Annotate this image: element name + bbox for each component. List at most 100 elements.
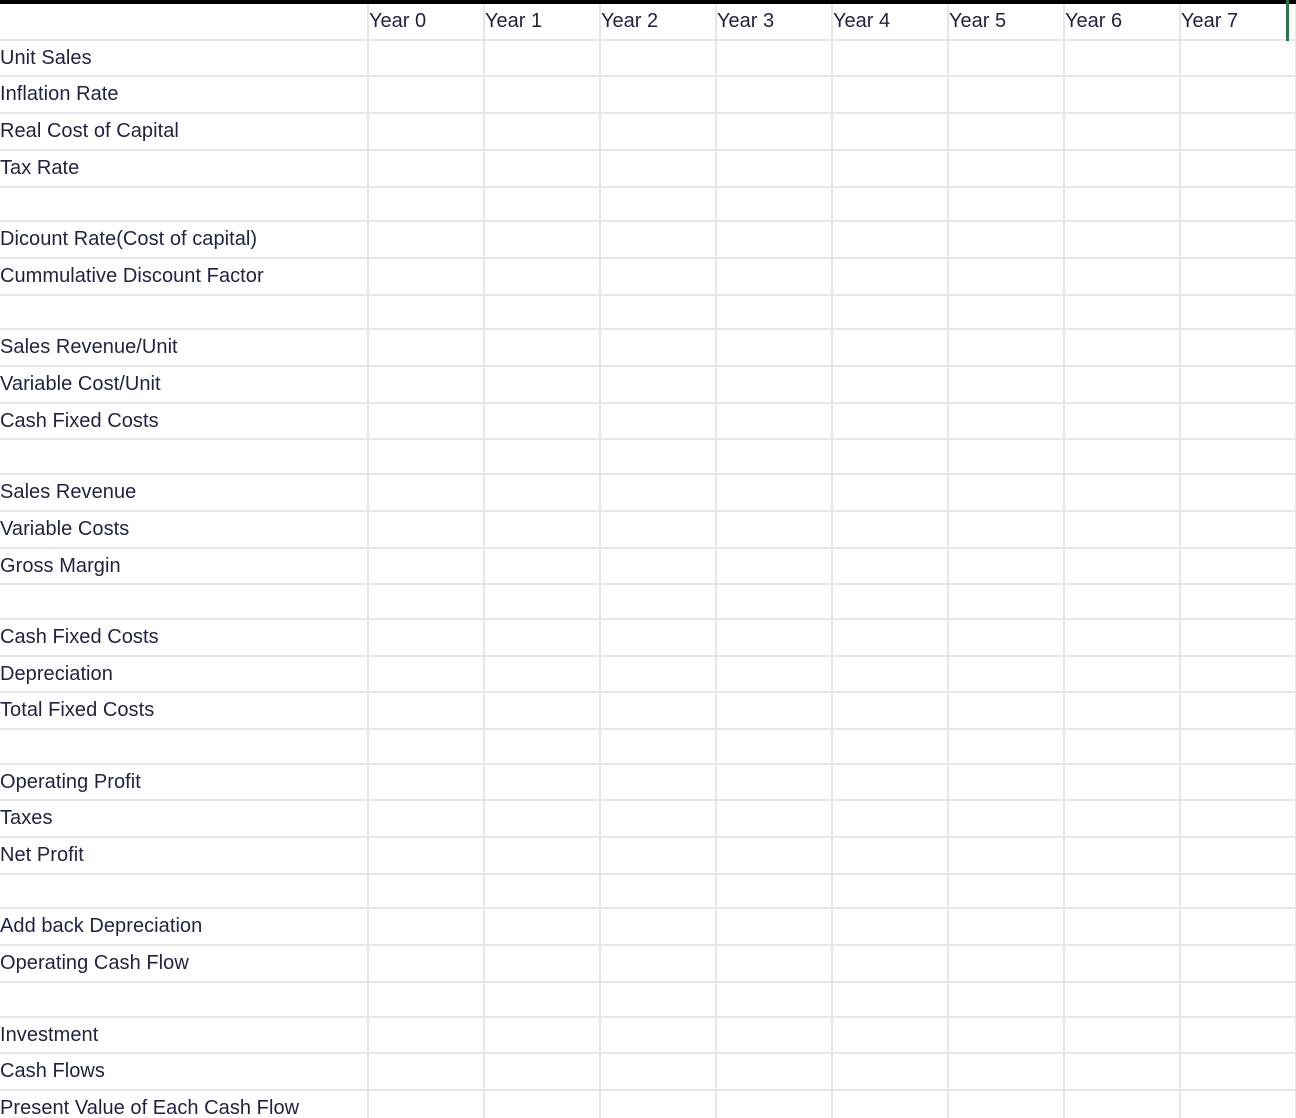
cell-r9-c3[interactable]: [716, 366, 833, 404]
row-label-cell[interactable]: Variable Cost/Unit: [0, 366, 369, 404]
cell-r12-c6[interactable]: [1064, 474, 1181, 512]
row-label-spacer[interactable]: [0, 439, 369, 476]
cell-r13-c5[interactable]: [948, 510, 1065, 549]
cell-r5-c0[interactable]: [368, 221, 485, 259]
cell-r7-c1[interactable]: [484, 294, 601, 331]
row-label-cell[interactable]: Sales Revenue/Unit: [0, 329, 369, 367]
cell-r29-c5[interactable]: [948, 1089, 1065, 1118]
row-label-cell[interactable]: Dicount Rate(Cost of capital): [0, 221, 369, 259]
cell-r11-c6[interactable]: [1064, 439, 1181, 476]
cell-r27-c5[interactable]: [948, 1016, 1065, 1055]
row-label-spacer[interactable]: [0, 186, 369, 223]
cell-r19-c7[interactable]: [1180, 729, 1296, 765]
cell-r5-c2[interactable]: [600, 221, 717, 259]
cell-r17-c0[interactable]: [368, 655, 485, 694]
cell-r18-c3[interactable]: [716, 692, 833, 730]
cell-r25-c0[interactable]: [368, 945, 485, 983]
cell-r20-c1[interactable]: [484, 763, 601, 802]
cell-r5-c1[interactable]: [484, 221, 601, 259]
cell-r20-c4[interactable]: [832, 763, 949, 802]
cell-r16-c2[interactable]: [600, 618, 717, 657]
cell-r29-c2[interactable]: [600, 1089, 717, 1118]
cell-r4-c7[interactable]: [1180, 186, 1296, 223]
cell-r1-c6[interactable]: [1064, 76, 1181, 115]
cell-r8-c0[interactable]: [368, 329, 485, 367]
cell-r2-c0[interactable]: [368, 113, 485, 151]
cell-r16-c0[interactable]: [368, 618, 485, 657]
cell-r13-c2[interactable]: [600, 510, 717, 549]
cell-r14-c4[interactable]: [832, 547, 949, 586]
cell-r14-c3[interactable]: [716, 547, 833, 586]
cell-r6-c0[interactable]: [368, 257, 485, 296]
cell-r12-c1[interactable]: [484, 474, 601, 512]
cell-r24-c0[interactable]: [368, 908, 485, 947]
cell-r0-c7[interactable]: [1180, 39, 1296, 78]
column-header-year-5[interactable]: Year 5: [948, 4, 1065, 41]
cell-r13-c1[interactable]: [484, 510, 601, 549]
cell-r13-c6[interactable]: [1064, 510, 1181, 549]
cell-r4-c0[interactable]: [368, 186, 485, 223]
cell-r0-c1[interactable]: [484, 39, 601, 78]
cell-r21-c0[interactable]: [368, 800, 485, 839]
cell-r25-c4[interactable]: [832, 945, 949, 983]
cell-r29-c6[interactable]: [1064, 1089, 1181, 1118]
cell-r22-c2[interactable]: [600, 837, 717, 875]
cell-r11-c1[interactable]: [484, 439, 601, 476]
cell-r10-c2[interactable]: [600, 402, 717, 441]
cell-r4-c3[interactable]: [716, 186, 833, 223]
row-label-cell[interactable]: Cash Fixed Costs: [0, 618, 369, 657]
cell-r12-c0[interactable]: [368, 474, 485, 512]
cell-r29-c1[interactable]: [484, 1089, 601, 1118]
cell-r21-c5[interactable]: [948, 800, 1065, 839]
cell-r16-c4[interactable]: [832, 618, 949, 657]
column-header-year-3[interactable]: Year 3: [716, 4, 833, 41]
cell-r8-c1[interactable]: [484, 329, 601, 367]
cell-r9-c7[interactable]: [1180, 366, 1296, 404]
cell-r6-c5[interactable]: [948, 257, 1065, 296]
cell-r15-c7[interactable]: [1180, 584, 1296, 620]
cell-r19-c2[interactable]: [600, 729, 717, 765]
cell-r9-c1[interactable]: [484, 366, 601, 404]
cell-r23-c0[interactable]: [368, 873, 485, 910]
cell-r11-c5[interactable]: [948, 439, 1065, 476]
cell-r6-c7[interactable]: [1180, 257, 1296, 296]
column-header-year-0[interactable]: Year 0: [368, 4, 485, 41]
cell-r1-c5[interactable]: [948, 76, 1065, 115]
cell-r20-c6[interactable]: [1064, 763, 1181, 802]
cell-r16-c6[interactable]: [1064, 618, 1181, 657]
cell-r28-c2[interactable]: [600, 1053, 717, 1091]
row-label-spacer[interactable]: [0, 873, 369, 910]
cell-r23-c7[interactable]: [1180, 873, 1296, 910]
cell-r26-c5[interactable]: [948, 981, 1065, 1018]
cell-r28-c0[interactable]: [368, 1053, 485, 1091]
cell-r1-c0[interactable]: [368, 76, 485, 115]
cell-r8-c6[interactable]: [1064, 329, 1181, 367]
row-label-cell[interactable]: Variable Costs: [0, 510, 369, 549]
cell-r22-c5[interactable]: [948, 837, 1065, 875]
cell-r16-c7[interactable]: [1180, 618, 1296, 657]
cell-r15-c0[interactable]: [368, 584, 485, 620]
cell-r3-c2[interactable]: [600, 149, 717, 188]
cell-r29-c0[interactable]: [368, 1089, 485, 1118]
cell-r14-c6[interactable]: [1064, 547, 1181, 586]
cell-r8-c7[interactable]: [1180, 329, 1296, 367]
cell-r25-c6[interactable]: [1064, 945, 1181, 983]
cell-r8-c5[interactable]: [948, 329, 1065, 367]
column-header-year-6[interactable]: Year 6: [1064, 4, 1181, 41]
cell-r27-c4[interactable]: [832, 1016, 949, 1055]
cell-r14-c2[interactable]: [600, 547, 717, 586]
cell-r26-c4[interactable]: [832, 981, 949, 1018]
row-label-cell[interactable]: Depreciation: [0, 655, 369, 694]
cell-r6-c3[interactable]: [716, 257, 833, 296]
cell-r3-c1[interactable]: [484, 149, 601, 188]
cell-r5-c5[interactable]: [948, 221, 1065, 259]
row-label-cell[interactable]: Tax Rate: [0, 149, 369, 188]
column-header-year-4[interactable]: Year 4: [832, 4, 949, 41]
cell-r20-c7[interactable]: [1180, 763, 1296, 802]
cell-r5-c7[interactable]: [1180, 221, 1296, 259]
cell-r7-c4[interactable]: [832, 294, 949, 331]
cell-r0-c3[interactable]: [716, 39, 833, 78]
cell-r22-c6[interactable]: [1064, 837, 1181, 875]
cell-r24-c6[interactable]: [1064, 908, 1181, 947]
cell-r18-c0[interactable]: [368, 692, 485, 730]
